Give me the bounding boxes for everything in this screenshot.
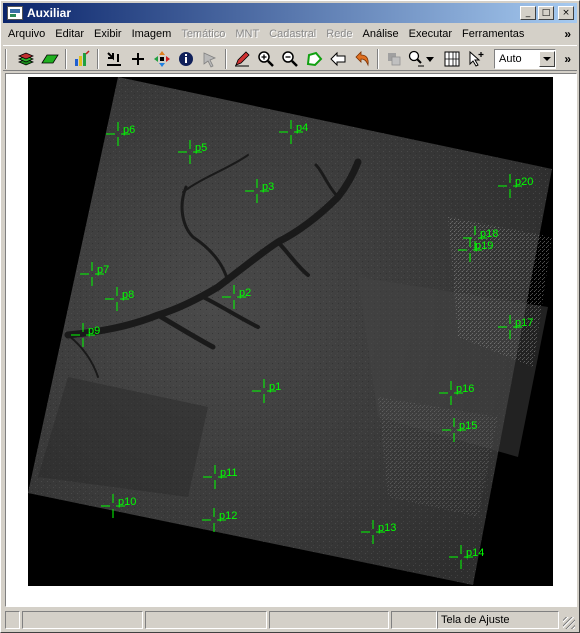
menu-mnt: MNT [235,28,260,40]
control-point-label: p5 [195,142,207,154]
menu-executar[interactable]: Executar [404,25,457,43]
control-point-label: p18 [480,228,498,240]
control-point-label: p15 [459,420,477,432]
control-point-label: p9 [88,325,100,337]
menu-editar[interactable]: Editar [50,25,89,43]
control-point-label: p10 [118,496,136,508]
crosshair-add-icon[interactable] [127,48,149,70]
toolbar-grip [5,49,7,69]
control-point-label: p6 [123,124,135,136]
minimize-button[interactable]: _ [520,6,536,20]
grid-tool-icon[interactable] [441,48,463,70]
disabled-pointer-icon [199,48,221,70]
select-pointer-icon[interactable] [465,48,487,70]
control-point-label: p11 [220,467,238,479]
layers-stack-icon[interactable] [15,48,37,70]
control-point-label: p17 [515,317,533,329]
menu-analise[interactable]: Análise [358,25,404,43]
control-point-label: p1 [269,381,281,393]
control-point-label: p4 [296,122,308,134]
undo-icon[interactable] [351,48,373,70]
status-panel-5 [391,611,437,629]
chevron-down-icon[interactable] [539,51,555,67]
control-point-label: p20 [515,176,533,188]
chart-draw-icon[interactable] [71,48,93,70]
toolbar-separator [377,49,379,69]
control-point-label: p8 [122,289,134,301]
status-panel-1 [5,611,20,629]
menu-ferramentas[interactable]: Ferramentas [457,25,529,43]
control-point-label: p14 [466,547,484,559]
window-controls: _ □ × [520,6,574,20]
status-panel-3 [145,611,267,629]
zoom-level-select[interactable]: Auto [494,49,556,69]
maximize-button[interactable]: □ [538,6,554,20]
menu-imagem[interactable]: Imagem [127,25,177,43]
image-canvas[interactable]: p1 p2 p3 p4 p5 p6 p7 p8 p9 p10 p11 p12 p13 p14 p15 p16 p… [28,77,553,586]
display-cursor-icon[interactable] [103,48,125,70]
menu-rede: Rede [326,28,353,40]
title-bar[interactable]: Auxiliar _ □ × [3,3,577,23]
app-icon [7,6,23,20]
menu-bar: Arquivo Editar Exibir Imagem Temático MN… [3,25,577,43]
pencil-edit-icon[interactable] [231,48,253,70]
auxiliar-window: Auxiliar _ □ × Arquivo Editar Exibir Ima… [0,0,580,633]
close-button[interactable]: × [558,6,574,20]
menu-exibir[interactable]: Exibir [89,25,127,43]
toolbar: Auto » [3,45,577,71]
status-tela-de-ajuste: Tela de Ajuste [437,611,559,629]
disabled-gray-icon [383,48,405,70]
info-icon[interactable] [175,48,197,70]
menu-arquivo[interactable]: Arquivo [3,25,50,43]
zoom-in-icon[interactable] [255,48,277,70]
control-point-label: p2 [239,287,251,299]
menu-tematico: Temático [181,28,226,40]
control-point-label: p16 [456,383,474,395]
zoom-level-value: Auto [499,53,522,65]
control-point-label: p7 [97,264,109,276]
pan-move-icon[interactable] [151,48,173,70]
toolbar-separator [97,49,99,69]
control-point-label: p12 [219,510,237,522]
zoom-out-icon[interactable] [279,48,301,70]
toolbar-overflow-chevron[interactable]: » [564,49,571,69]
control-point-label: p19 [475,240,493,252]
green-plane-icon[interactable] [39,48,61,70]
image-viewport[interactable]: p1 p2 p3 p4 p5 p6 p7 p8 p9 p10 p11 p12 p13 p14 p15 p16 p… [5,73,577,607]
back-arrow-icon[interactable] [327,48,349,70]
control-point-label: p13 [378,522,396,534]
toolbar-separator [65,49,67,69]
polygon-select-icon[interactable] [303,48,325,70]
status-panel-4 [269,611,389,629]
control-point-label: p3 [262,181,274,193]
toolbar-separator [225,49,227,69]
status-bar: Tela de Ajuste [3,610,577,630]
menu-overflow-chevron[interactable]: » [564,25,571,43]
status-panel-2 [22,611,143,629]
window-title: Auxiliar [27,6,72,20]
satellite-image[interactable]: p1 p2 p3 p4 p5 p6 p7 p8 p9 p10 p11 p12 p13 p14 p15 p16 p… [28,77,553,586]
resize-grip[interactable] [563,617,575,629]
dropdown-arrow-icon[interactable] [423,48,437,70]
menu-cadastral: Cadastral [269,28,317,40]
